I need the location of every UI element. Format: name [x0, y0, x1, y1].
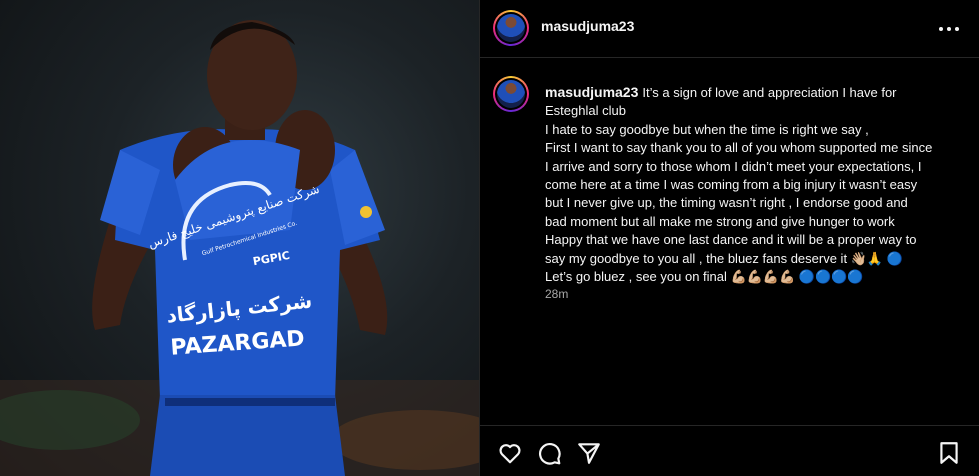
caption-line: I arrive and sorry to those whom I didn’…	[545, 158, 922, 174]
heart-icon[interactable]	[497, 440, 523, 466]
avatar[interactable]	[493, 10, 529, 46]
post-timestamp[interactable]: 28m	[545, 287, 568, 301]
caption-username[interactable]: masudjuma23	[545, 84, 638, 100]
caption-line: Esteghlal club	[545, 103, 626, 119]
caption-line: Happy that we have one last dance and it…	[545, 232, 917, 248]
bookmark-icon[interactable]	[936, 440, 962, 466]
caption-line: Let’s go bluez , see you on final 💪🏼💪🏼💪🏼…	[545, 269, 864, 285]
player-photo: شرکت صنایع پتروشیمی خلیج فارس Gulf Petro…	[0, 20, 479, 476]
caption-line: come here at a time I was coming from a …	[545, 177, 918, 193]
caption-text: masudjuma23 It’s a sign of love and appre…	[545, 83, 963, 286]
caption-line: First I want to say thank you to all of …	[545, 140, 933, 156]
caption-line: masudjuma23 It’s a sign of love and appre…	[545, 84, 897, 100]
caption-line: I hate to say goodbye but when the time …	[545, 121, 869, 137]
caption-avatar[interactable]	[493, 76, 529, 112]
more-options-icon[interactable]	[939, 22, 961, 36]
comment-icon[interactable]	[536, 440, 562, 466]
post-image[interactable]: شرکت صنایع پتروشیمی خلیج فارس Gulf Petro…	[0, 0, 479, 476]
action-bar	[480, 425, 979, 476]
post-details-panel: masudjuma23 masudjuma23 It’s a sign of lo…	[480, 0, 979, 476]
caption-line: say my goodbye to you all , the bluez fa…	[545, 250, 903, 266]
post-header: masudjuma23	[480, 0, 979, 58]
caption-line: bad moment but all make me strong and gi…	[545, 213, 895, 229]
header-username[interactable]: masudjuma23	[541, 18, 634, 34]
caption-line: but I never give up, the timing wasn’t r…	[545, 195, 908, 211]
send-icon[interactable]	[576, 440, 602, 466]
instagram-post: شرکت صنایع پتروشیمی خلیج فارس Gulf Petro…	[0, 0, 979, 476]
